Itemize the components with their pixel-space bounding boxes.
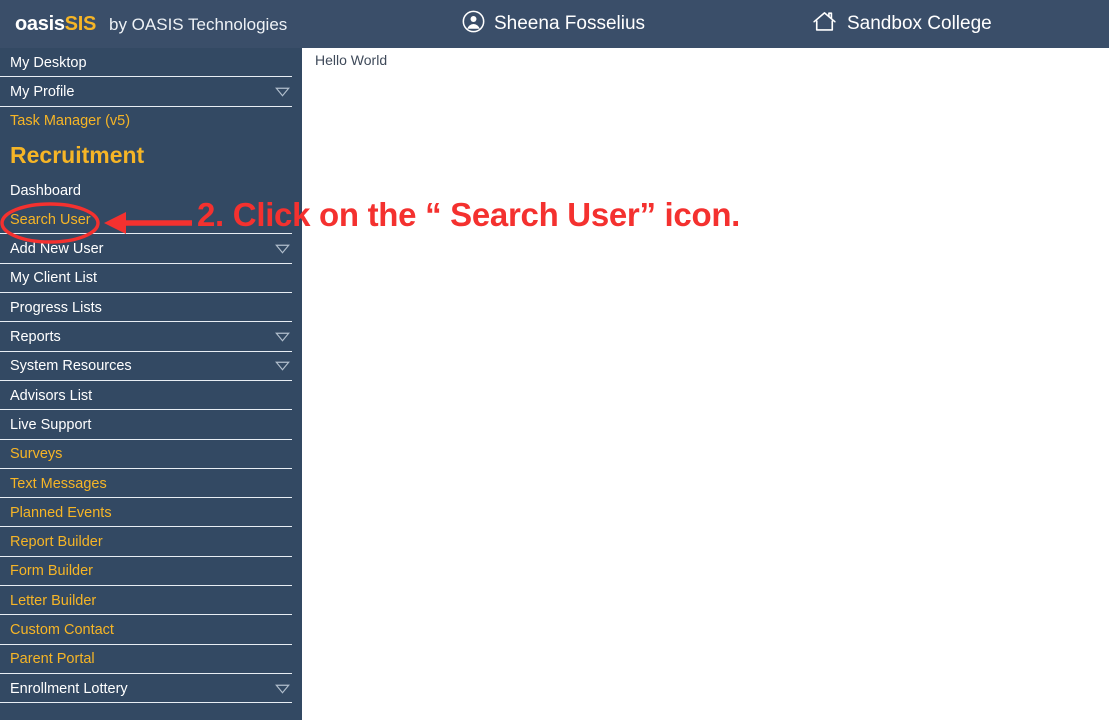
- chevron-down-icon[interactable]: [275, 332, 290, 342]
- sidebar-item-label: Live Support: [10, 416, 92, 433]
- chevron-down-icon[interactable]: [275, 87, 290, 97]
- sidebar-item-label: System Resources: [10, 358, 132, 375]
- school-selector[interactable]: Sandbox College: [812, 0, 992, 48]
- sidebar-item-system-resources[interactable]: System Resources: [0, 352, 302, 382]
- sidebar-item-label: Progress Lists: [10, 299, 102, 316]
- brand-name-primary: oasis: [15, 12, 65, 35]
- sidebar-section-heading: Recruitment: [10, 142, 145, 169]
- sidebar-item-reports[interactable]: Reports: [0, 322, 302, 352]
- sidebar-item-form-builder[interactable]: Form Builder: [0, 557, 302, 587]
- sidebar-item-label: Text Messages: [10, 475, 107, 492]
- brand-tagline: by OASIS Technologies: [109, 14, 288, 34]
- sidebar-item-report-builder[interactable]: Report Builder: [0, 527, 302, 558]
- home-icon: [812, 10, 837, 38]
- content-body-text: Hello World: [315, 52, 388, 68]
- sidebar-item-label: Report Builder: [10, 534, 103, 551]
- chevron-down-icon[interactable]: [275, 361, 290, 371]
- sidebar-item-my-client-list[interactable]: My Client List: [0, 264, 302, 294]
- sidebar-item-label: My Profile: [10, 83, 75, 100]
- sidebar-item-parent-portal[interactable]: Parent Portal: [0, 645, 302, 675]
- current-user-name: Sheena Fosselius: [494, 13, 646, 34]
- current-user-menu[interactable]: Sheena Fosselius: [462, 0, 645, 48]
- sidebar-item-add-new-user[interactable]: Add New User: [0, 234, 302, 265]
- sidebar-item-label: Surveys: [10, 446, 63, 463]
- brand-name-accent: SIS: [64, 12, 97, 35]
- sidebar-item-progress-lists[interactable]: Progress Lists: [0, 293, 302, 323]
- sidebar-item-dashboard[interactable]: Dashboard: [0, 176, 302, 205]
- sidebar-item-my-profile[interactable]: My Profile: [0, 77, 302, 107]
- sidebar-item-text-messages[interactable]: Text Messages: [0, 469, 302, 499]
- sidebar-item-label: Dashboard: [10, 182, 81, 199]
- sidebar-item-label: Parent Portal: [10, 651, 95, 668]
- sidebar-item-label: Task Manager (v5): [10, 113, 131, 130]
- top-header-bar: oasis SIS by OASIS Technologies Sheena Fo…: [0, 0, 1109, 48]
- main-sidebar-nav: My Desktop My Profile Task Manager (v5) Rec…: [0, 48, 302, 720]
- chevron-down-icon[interactable]: [275, 684, 290, 694]
- main-content-area: Hello World: [302, 48, 1109, 720]
- sidebar-item-label: Planned Events: [10, 504, 112, 521]
- sidebar-item-task-manager-v5[interactable]: Task Manager (v5): [0, 107, 302, 136]
- sidebar-item-label: Search User: [10, 211, 91, 228]
- school-name: Sandbox College: [847, 13, 992, 34]
- sidebar-item-label: My Client List: [10, 270, 98, 287]
- sidebar-item-advisors-list[interactable]: Advisors List: [0, 381, 302, 411]
- sidebar-item-label: Form Builder: [10, 563, 93, 580]
- sidebar-item-label: Enrollment Lottery: [10, 680, 128, 697]
- sidebar-item-search-user[interactable]: Search User: [0, 205, 302, 235]
- sidebar-item-label: Letter Builder: [10, 592, 97, 609]
- sidebar-item-label: Add New User: [10, 241, 104, 258]
- app-window: oasis SIS by OASIS Technologies Sheena Fo…: [0, 0, 1109, 720]
- sidebar-item-label: My Desktop: [10, 54, 87, 71]
- sidebar-item-live-support[interactable]: Live Support: [0, 410, 302, 440]
- sidebar-item-custom-contact[interactable]: Custom Contact: [0, 615, 302, 645]
- sidebar-item-surveys[interactable]: Surveys: [0, 440, 302, 470]
- sidebar-item-planned-events[interactable]: Planned Events: [0, 498, 302, 528]
- sidebar-item-my-desktop[interactable]: My Desktop: [0, 48, 302, 78]
- sidebar-item-label: Reports: [10, 329, 61, 346]
- sidebar-item-label: Advisors List: [10, 387, 93, 404]
- chevron-down-icon[interactable]: [275, 244, 290, 254]
- sidebar-item-enrollment-lottery[interactable]: Enrollment Lottery: [0, 674, 302, 704]
- sidebar-item-label: Custom Contact: [10, 621, 114, 638]
- user-circle-icon: [462, 10, 485, 38]
- brand-logo[interactable]: oasis SIS by OASIS Technologies: [15, 13, 287, 36]
- sidebar-item-letter-builder[interactable]: Letter Builder: [0, 586, 302, 616]
